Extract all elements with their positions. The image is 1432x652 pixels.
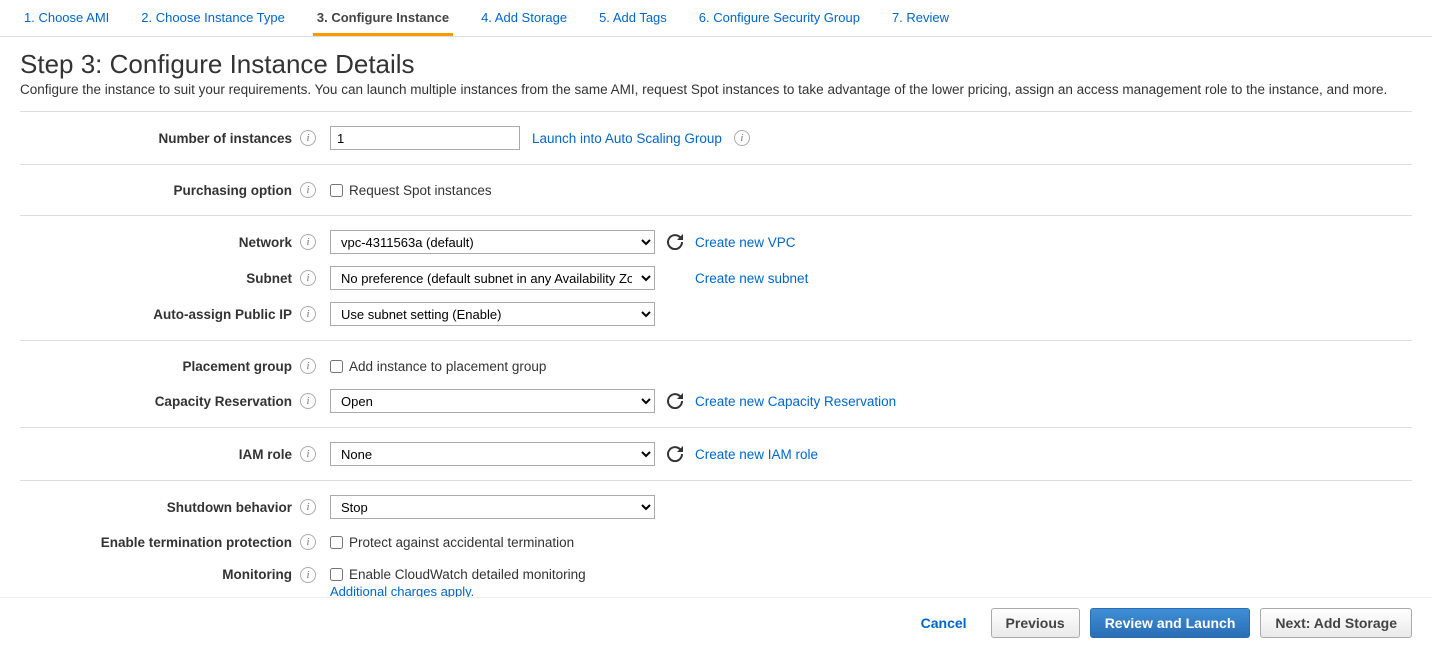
label-termination: Enable termination protection — [20, 535, 300, 550]
iam-select[interactable]: None — [330, 442, 655, 466]
row-purchasing: Purchasing option i Request Spot instanc… — [20, 173, 1412, 207]
tab-security-group[interactable]: 6. Configure Security Group — [695, 0, 864, 36]
capacity-select[interactable]: Open — [330, 389, 655, 413]
label-subnet: Subnet — [20, 271, 300, 286]
row-iam: IAM role i None Create new IAM role — [20, 436, 1412, 472]
info-icon[interactable]: i — [734, 130, 750, 146]
wizard-tabs: 1. Choose AMI 2. Choose Instance Type 3.… — [0, 0, 1432, 37]
create-vpc-link[interactable]: Create new VPC — [695, 235, 796, 250]
main-scroll-area: Step 3: Configure Instance Details Confi… — [0, 37, 1432, 597]
info-icon[interactable]: i — [300, 393, 316, 409]
label-purchasing: Purchasing option — [20, 183, 300, 198]
number-of-instances-input[interactable] — [330, 126, 520, 150]
termination-checkbox[interactable] — [330, 536, 343, 549]
tab-choose-instance-type[interactable]: 2. Choose Instance Type — [137, 0, 289, 36]
create-iam-link[interactable]: Create new IAM role — [695, 447, 818, 462]
info-icon[interactable]: i — [300, 534, 316, 550]
tab-choose-ami[interactable]: 1. Choose AMI — [20, 0, 113, 36]
review-launch-button[interactable]: Review and Launch — [1090, 608, 1251, 638]
tab-review[interactable]: 7. Review — [888, 0, 953, 36]
refresh-icon[interactable] — [667, 446, 683, 462]
previous-button[interactable]: Previous — [991, 608, 1080, 638]
shutdown-select[interactable]: Stop — [330, 495, 655, 519]
cancel-button[interactable]: Cancel — [907, 609, 981, 637]
label-num-instances: Number of instances — [20, 131, 300, 146]
tab-add-storage[interactable]: 4. Add Storage — [477, 0, 571, 36]
placement-checkbox-wrap[interactable]: Add instance to placement group — [330, 359, 546, 374]
page-title: Step 3: Configure Instance Details — [20, 49, 1412, 80]
monitoring-checkbox-wrap[interactable]: Enable CloudWatch detailed monitoring — [330, 567, 586, 582]
label-monitoring: Monitoring — [20, 567, 300, 582]
page-description: Configure the instance to suit your requ… — [20, 82, 1412, 97]
row-monitoring: Monitoring i Enable CloudWatch detailed … — [20, 559, 1412, 597]
label-network: Network — [20, 235, 300, 250]
tab-add-tags[interactable]: 5. Add Tags — [595, 0, 671, 36]
create-capacity-link[interactable]: Create new Capacity Reservation — [695, 394, 896, 409]
info-icon[interactable]: i — [300, 446, 316, 462]
info-icon[interactable]: i — [300, 499, 316, 515]
termination-checkbox-wrap[interactable]: Protect against accidental termination — [330, 535, 574, 550]
row-network: Network i vpc-4311563a (default) Create … — [20, 224, 1412, 260]
info-icon[interactable]: i — [300, 270, 316, 286]
label-auto-ip: Auto-assign Public IP — [20, 307, 300, 322]
subnet-select[interactable]: No preference (default subnet in any Ava… — [330, 266, 655, 290]
termination-checkbox-label: Protect against accidental termination — [349, 535, 574, 550]
spot-checkbox[interactable] — [330, 184, 343, 197]
row-placement: Placement group i Add instance to placem… — [20, 349, 1412, 383]
monitoring-checkbox[interactable] — [330, 568, 343, 581]
label-capacity: Capacity Reservation — [20, 394, 300, 409]
spot-checkbox-wrap[interactable]: Request Spot instances — [330, 183, 492, 198]
auto-ip-select[interactable]: Use subnet setting (Enable) — [330, 302, 655, 326]
label-iam: IAM role — [20, 447, 300, 462]
info-icon[interactable]: i — [300, 306, 316, 322]
label-shutdown: Shutdown behavior — [20, 500, 300, 515]
refresh-icon[interactable] — [667, 393, 683, 409]
placement-checkbox[interactable] — [330, 360, 343, 373]
row-num-instances: Number of instances i Launch into Auto S… — [20, 120, 1412, 156]
row-shutdown: Shutdown behavior i Stop — [20, 489, 1412, 525]
info-icon[interactable]: i — [300, 130, 316, 146]
row-subnet: Subnet i No preference (default subnet i… — [20, 260, 1412, 296]
info-icon[interactable]: i — [300, 358, 316, 374]
monitoring-checkbox-label: Enable CloudWatch detailed monitoring — [349, 567, 586, 582]
placement-checkbox-label: Add instance to placement group — [349, 359, 546, 374]
row-capacity: Capacity Reservation i Open Create new C… — [20, 383, 1412, 419]
monitoring-charges-link[interactable]: Additional charges apply. — [330, 584, 586, 597]
spot-checkbox-label: Request Spot instances — [349, 183, 492, 198]
launch-asg-link[interactable]: Launch into Auto Scaling Group — [532, 131, 722, 146]
create-subnet-link[interactable]: Create new subnet — [695, 271, 808, 286]
refresh-icon[interactable] — [667, 234, 683, 250]
network-select[interactable]: vpc-4311563a (default) — [330, 230, 655, 254]
info-icon[interactable]: i — [300, 234, 316, 250]
tab-configure-instance[interactable]: 3. Configure Instance — [313, 0, 453, 36]
label-placement: Placement group — [20, 359, 300, 374]
row-auto-ip: Auto-assign Public IP i Use subnet setti… — [20, 296, 1412, 332]
next-add-storage-button[interactable]: Next: Add Storage — [1260, 608, 1412, 638]
row-termination: Enable termination protection i Protect … — [20, 525, 1412, 559]
footer-actions: Cancel Previous Review and Launch Next: … — [0, 597, 1432, 652]
info-icon[interactable]: i — [300, 567, 316, 583]
info-icon[interactable]: i — [300, 182, 316, 198]
